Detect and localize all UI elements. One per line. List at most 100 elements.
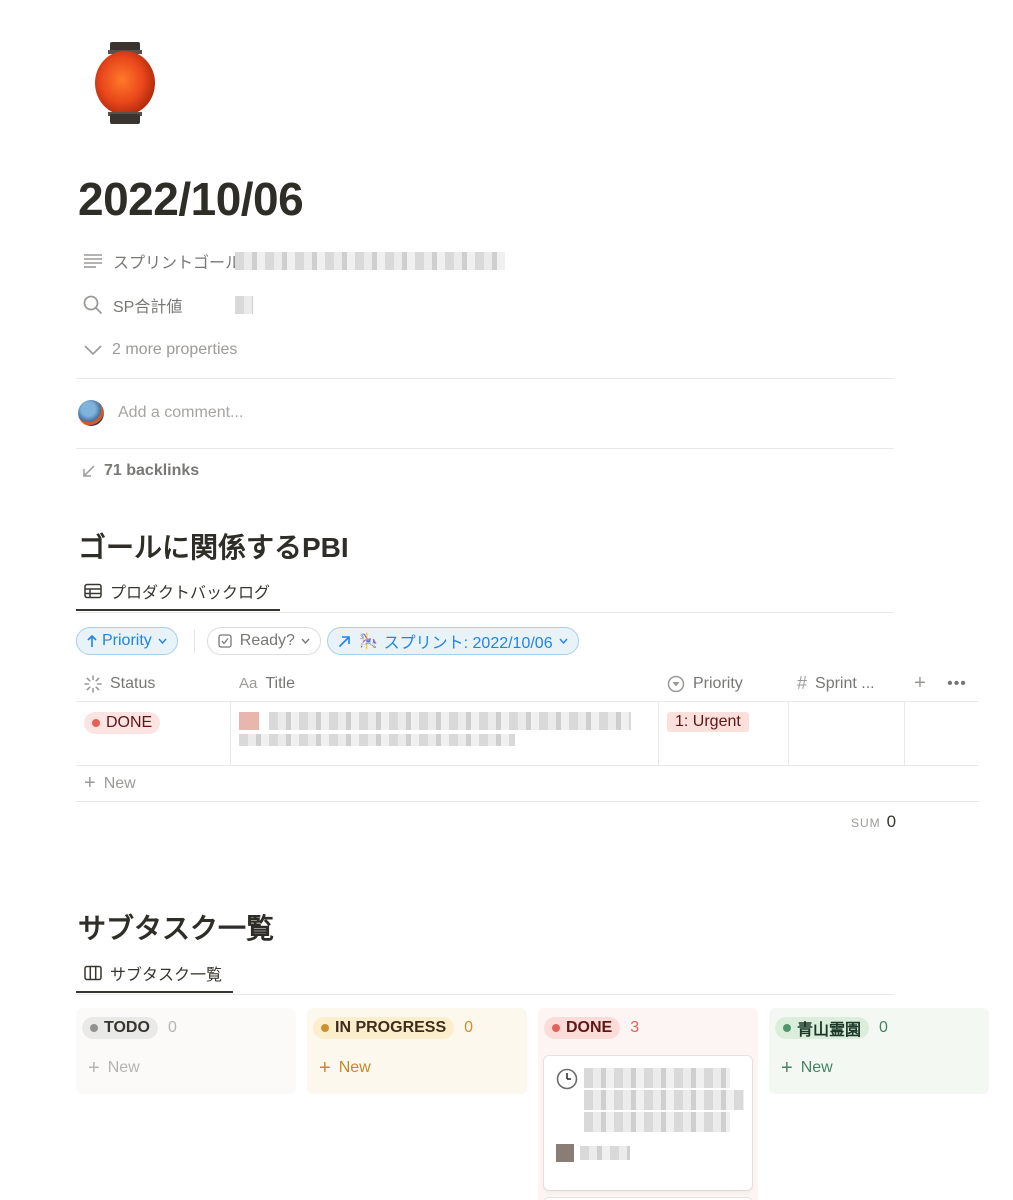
plus-icon: +: [781, 1056, 793, 1079]
plus-icon: +: [84, 772, 96, 794]
sum-value: 0: [886, 812, 897, 831]
add-column-plus-icon[interactable]: +: [905, 666, 935, 701]
column-header: 青山霊園 0: [775, 1016, 983, 1040]
board-column-in-progress[interactable]: IN PROGRESS 0 + New: [307, 1008, 527, 1094]
cell-priority[interactable]: 1: Urgent: [659, 702, 789, 765]
column-label: TODO: [104, 1019, 150, 1036]
status-dot: [552, 1024, 560, 1032]
table-row[interactable]: DONE 1: Urgent: [76, 702, 979, 766]
board-icon: [84, 965, 102, 981]
status-badge: IN PROGRESS: [313, 1017, 455, 1039]
tab-label: サブタスク一覧: [110, 967, 223, 984]
column-header-sprint[interactable]: # Sprint ...: [789, 666, 905, 701]
redacted-card-title: [584, 1090, 744, 1110]
filter-chip-ready[interactable]: Ready?: [206, 627, 321, 655]
column-header-status[interactable]: Status: [76, 666, 231, 701]
priority-tag: 1: Urgent: [667, 712, 749, 732]
board-column-aoyama[interactable]: 青山霊園 0 + New: [769, 1008, 989, 1094]
tab-subtask-board[interactable]: サブタスク一覧: [76, 955, 233, 993]
column-label: Status: [110, 674, 156, 692]
tab-product-backlog[interactable]: プロダクトバックログ: [76, 573, 280, 611]
divider: [76, 448, 894, 449]
cell-sprint[interactable]: [789, 702, 905, 765]
board-card[interactable]: [544, 1056, 752, 1190]
column-label: Priority: [693, 674, 743, 692]
new-card-button[interactable]: + New: [82, 1056, 290, 1080]
comment-input[interactable]: Add a comment...: [118, 404, 243, 422]
status-spinner-icon: [84, 674, 102, 693]
property-sp-total[interactable]: SP合計値: [78, 290, 253, 320]
new-card-button[interactable]: + New: [313, 1056, 521, 1080]
column-count: 0: [167, 1019, 177, 1036]
redacted-card-title: [584, 1112, 730, 1132]
redacted-title: [269, 712, 631, 730]
new-label: New: [107, 1059, 140, 1076]
chevron-down-icon: [301, 638, 310, 644]
kanban-board: TODO 0 + New IN PROGRESS 0 + New DONE 3 …: [76, 1008, 1000, 1200]
redacted-title: [239, 734, 515, 746]
chip-label: Ready?: [239, 632, 295, 649]
column-header-title[interactable]: Aa Title: [231, 666, 659, 701]
more-properties-toggle[interactable]: 2 more properties: [78, 336, 237, 364]
filter-bar: Priority Ready? 🎠 スプリント: 2022/10/06: [76, 627, 585, 655]
column-label: 青山霊園: [797, 1022, 862, 1039]
more-options-icon[interactable]: •••: [935, 666, 979, 701]
column-label: DONE: [566, 1019, 613, 1036]
new-row-button[interactable]: + New: [76, 766, 979, 802]
checkbox-icon: [218, 634, 232, 648]
column-label: IN PROGRESS: [335, 1019, 447, 1036]
column-count: 0: [464, 1019, 474, 1036]
redacted-value: [235, 296, 253, 314]
status-badge: DONE: [84, 712, 161, 734]
sum-calculation[interactable]: SUM 0: [851, 812, 896, 832]
filter-chip-sprint[interactable]: 🎠 スプリント: 2022/10/06: [326, 627, 579, 655]
backlinks-label: 71 backlinks: [104, 462, 200, 479]
property-sprint-goal[interactable]: スプリントゴール: [78, 246, 505, 276]
redacted-assignee: [580, 1146, 630, 1160]
column-count: 3: [630, 1019, 640, 1036]
cell-empty: [905, 702, 979, 765]
hash-icon: #: [797, 673, 808, 693]
column-label: Title: [265, 674, 295, 692]
page-title[interactable]: 2022/10/06: [78, 172, 304, 226]
new-label: New: [338, 1059, 371, 1076]
divider: [76, 378, 894, 379]
board-column-done[interactable]: DONE 3: [538, 1008, 758, 1200]
plus-icon: +: [319, 1056, 331, 1079]
column-label: Sprint ...: [815, 674, 875, 692]
status-dot: [90, 1024, 98, 1032]
board-column-todo[interactable]: TODO 0 + New: [76, 1008, 296, 1094]
sort-chip-priority[interactable]: Priority: [76, 627, 178, 655]
new-card-button[interactable]: + New: [775, 1056, 983, 1080]
plus-icon: +: [88, 1056, 100, 1079]
pbi-table: Status Aa Title Priority # Sprint ... + …: [76, 666, 979, 802]
status-dot: [783, 1024, 791, 1032]
text-aa-icon: Aa: [239, 675, 258, 692]
cell-status[interactable]: DONE: [76, 702, 231, 765]
page-icon-lantern[interactable]: [94, 40, 158, 126]
column-header-priority[interactable]: Priority: [659, 666, 789, 701]
status-badge: TODO: [82, 1017, 158, 1039]
tab-divider: [76, 994, 894, 995]
more-properties-label: 2 more properties: [112, 341, 238, 358]
tab-label: プロダクトバックログ: [110, 585, 271, 602]
chevron-down-icon: [559, 638, 568, 644]
status-badge: DONE: [544, 1017, 621, 1039]
carousel-horse-icon: 🎠: [358, 633, 378, 650]
arrow-down-left-icon: [82, 464, 96, 478]
clock-icon: [556, 1068, 578, 1132]
new-label: New: [103, 774, 136, 792]
search-icon: [78, 290, 108, 320]
page-emoji-icon: [239, 712, 259, 730]
table-header: Status Aa Title Priority # Sprint ... + …: [76, 666, 979, 702]
chip-separator: [193, 629, 195, 653]
chip-label: Priority: [102, 632, 152, 649]
comment-row[interactable]: Add a comment...: [78, 398, 243, 428]
cell-title[interactable]: [231, 702, 659, 765]
sum-label: SUM: [851, 816, 881, 830]
chip-label: スプリント: 2022/10/06: [383, 635, 553, 652]
redacted-value: [235, 252, 505, 270]
status-label: DONE: [106, 714, 153, 731]
backlinks-button[interactable]: 71 backlinks: [82, 462, 199, 480]
chevron-down-icon: [158, 638, 167, 644]
